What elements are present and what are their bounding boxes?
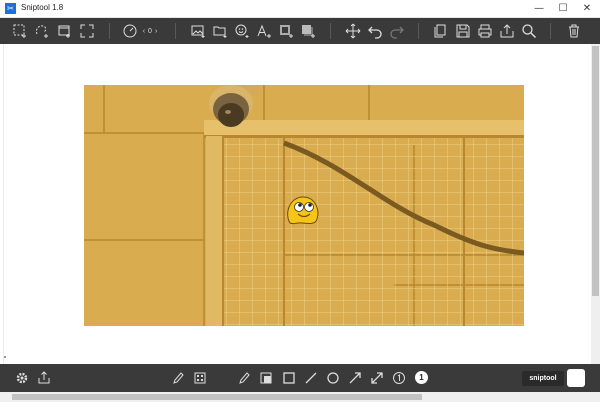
window-title: Sniptool 1.8 <box>21 3 64 12</box>
rect-icon[interactable] <box>281 370 297 386</box>
delay-value: 0 <box>148 27 152 35</box>
toolbar-separator <box>550 23 551 39</box>
stamp-icon[interactable] <box>233 22 251 40</box>
number-badge-icon[interactable]: 1 <box>415 371 428 384</box>
double-arrow-icon[interactable] <box>369 370 385 386</box>
open-icon[interactable] <box>211 22 229 40</box>
text-size-icon[interactable] <box>255 22 273 40</box>
move-icon[interactable] <box>344 22 362 40</box>
scrollbar-thumb[interactable] <box>12 394 422 400</box>
freeform-capture-icon[interactable] <box>33 22 51 40</box>
delay-stepper[interactable]: ‹ 0 › <box>139 22 161 40</box>
toolbar-separator <box>175 23 176 39</box>
undo-icon[interactable] <box>366 22 384 40</box>
vertical-scrollbar[interactable] <box>591 44 600 364</box>
pen-icon[interactable] <box>236 370 252 386</box>
print-icon[interactable] <box>476 22 494 40</box>
app-icon: ✂ <box>5 3 16 14</box>
share-icon[interactable] <box>498 22 516 40</box>
chevron-left-icon: ‹ <box>142 27 146 35</box>
window-capture-icon[interactable] <box>55 22 73 40</box>
rect-capture-icon[interactable] <box>11 22 29 40</box>
brand-logo: sniptool <box>522 371 564 386</box>
timer-icon[interactable] <box>121 22 139 40</box>
redo-icon[interactable] <box>388 22 406 40</box>
arrow-icon[interactable] <box>347 370 363 386</box>
image-icon[interactable] <box>189 22 207 40</box>
top-toolbar: ‹ 0 › <box>0 18 600 44</box>
highlighter-icon[interactable] <box>170 370 186 386</box>
ellipse-icon[interactable] <box>325 370 341 386</box>
shadow-icon[interactable] <box>299 22 317 40</box>
horizontal-scrollbar[interactable] <box>0 392 600 402</box>
fill-rect-icon[interactable] <box>258 370 274 386</box>
minimize-button[interactable]: — <box>527 0 551 17</box>
toolbar-separator <box>330 23 331 39</box>
save-icon[interactable] <box>454 22 472 40</box>
search-icon[interactable] <box>520 22 538 40</box>
close-button[interactable]: ✕ <box>575 0 599 17</box>
chevron-right-icon: › <box>154 27 158 35</box>
title-bar: ✂ Sniptool 1.8 — ☐ ✕ <box>0 0 600 18</box>
bottom-toolbar: 1 sniptool <box>0 364 600 392</box>
settings-icon[interactable] <box>14 370 30 386</box>
fullscreen-capture-icon[interactable] <box>78 22 96 40</box>
line-icon[interactable] <box>303 370 319 386</box>
delete-icon[interactable] <box>565 22 583 40</box>
border-icon[interactable] <box>277 22 295 40</box>
export-icon[interactable] <box>36 370 52 386</box>
toolbar-separator <box>109 23 110 39</box>
color-swatch[interactable] <box>567 369 585 387</box>
scrollbar-thumb[interactable] <box>592 46 599 296</box>
resize-marker <box>4 356 6 358</box>
copy-icon[interactable] <box>431 22 449 40</box>
blur-icon[interactable] <box>192 370 208 386</box>
emoji-sticker[interactable] <box>286 193 320 227</box>
number-icon[interactable] <box>391 370 407 386</box>
maximize-button[interactable]: ☐ <box>551 0 575 17</box>
toolbar-separator <box>418 23 419 39</box>
